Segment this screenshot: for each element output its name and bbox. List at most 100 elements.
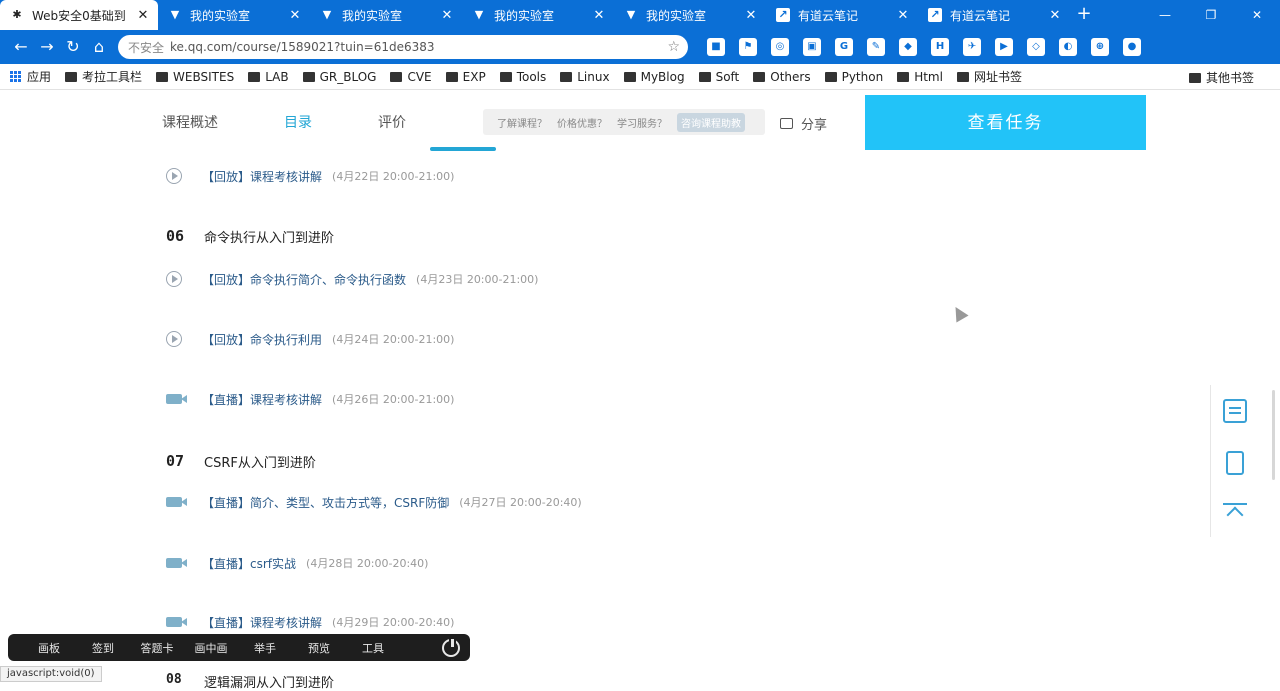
lesson-tag: 【直播】 [202,615,251,630]
lesson-item[interactable]: 【回放】 课程考核讲解 (4月22日 20:00-21:00) [166,166,454,186]
folder-icon [698,71,711,82]
bookmark-folder[interactable]: Python [824,69,884,84]
extension-icon[interactable]: ◇ [1027,38,1045,56]
power-icon[interactable] [442,636,460,657]
bookmark-folder[interactable]: Soft [698,70,739,84]
browser-tab[interactable]: ↗ 有道云笔记 ✕ [918,0,1070,30]
minimize-icon[interactable]: — [1142,0,1188,30]
live-icon [166,617,187,627]
close-icon[interactable]: ✕ [592,8,606,23]
bookmark-folder[interactable]: MyBlog [623,70,685,84]
close-icon[interactable]: ✕ [288,8,302,23]
phone-icon[interactable] [1226,451,1244,475]
lesson-item[interactable]: 【直播】 csrf实战 (4月28日 20:00-20:40) [166,553,428,573]
consult-assistant-button[interactable]: 咨询课程助教 [677,112,745,132]
back-to-top-icon[interactable] [1223,503,1247,527]
toolbar-item[interactable]: 画板 [22,640,76,656]
chapter-title: 逻辑漏洞从入门到进阶 [204,676,335,691]
star-icon[interactable]: ☆ [667,39,680,55]
tab-title: 有道云笔记 [950,8,1011,23]
toolbar-item[interactable]: 预览 [292,640,346,656]
close-icon[interactable]: ✕ [896,8,910,23]
toolbar-item[interactable]: 工具 [346,640,400,656]
tab-catalog[interactable]: 目录 [284,112,312,132]
extension-icon[interactable]: ◎ [771,38,789,56]
bookmark-folder[interactable]: Tools [499,70,546,84]
bookmark-folder[interactable]: WEBSITES [156,70,234,84]
maximize-icon[interactable]: ❐ [1188,0,1234,30]
shield-icon: ▼ [474,8,484,21]
folder-icon [445,71,458,82]
lesson-item[interactable]: 【直播】 课程考核讲解 (4月26日 20:00-21:00) [166,389,454,409]
bookmark-apps[interactable]: 应用 [10,68,51,85]
bookmark-folder[interactable]: Others [753,70,811,84]
lesson-tag: 【回放】 [202,332,251,347]
bookmark-label: Python [841,69,884,84]
share-button[interactable]: 分享 [780,114,827,133]
classroom-toolbar: 画板 签到 答题卡 画中画 举手 预览 工具 [8,634,470,661]
home-icon[interactable]: ⌂ [86,34,112,60]
extension-icon[interactable]: ⚑ [739,38,757,56]
tab-title: 有道云笔记 [798,8,859,23]
question-icon[interactable] [1223,399,1247,423]
consult-link[interactable]: 价格优惠？ [557,115,607,130]
browser-tab[interactable]: ↗ 有道云笔记 ✕ [766,0,918,30]
consult-link[interactable]: 学习服务？ [617,115,667,130]
back-icon[interactable]: ← [8,34,34,60]
lesson-item[interactable]: 【回放】 命令执行简介、命令执行函数 (4月23日 20:00-21:00) [166,269,538,289]
extension-icon[interactable]: ▶ [995,38,1013,56]
lesson-item[interactable]: 【直播】 课程考核讲解 (4月29日 20:00-20:40) [166,612,454,632]
tab-overview[interactable]: 课程概述 [162,112,218,132]
bookmark-folder[interactable]: LAB [248,70,289,84]
lesson-time: (4月24日 20:00-21:00) [332,333,455,346]
extension-icon[interactable]: ■ [707,38,725,56]
lesson-time: (4月23日 20:00-21:00) [416,273,539,286]
status-bar: javascript:void(0) [0,666,102,682]
folder-icon [560,71,573,82]
bookmark-folder[interactable]: 网址书签 [956,68,1022,85]
browser-tab[interactable]: ▼ 我的实验室 ✕ [462,0,614,30]
extension-icon[interactable]: ✎ [867,38,885,56]
new-tab-button[interactable]: + [1070,0,1098,30]
extension-icon[interactable]: ✈ [963,38,981,56]
browser-tab[interactable]: ▼ 我的实验室 ✕ [614,0,766,30]
close-icon[interactable]: ✕ [744,8,758,23]
bookmark-folder[interactable]: Linux [560,70,610,84]
close-window-icon[interactable]: ✕ [1234,0,1280,30]
toolbar-item[interactable]: 签到 [76,640,130,656]
extension-icon[interactable]: ▣ [803,38,821,56]
toolbar-item[interactable]: 举手 [238,640,292,656]
tab-reviews[interactable]: 评价 [378,112,406,132]
close-icon[interactable]: ✕ [440,8,454,23]
extension-icon[interactable]: ⊕ [1091,38,1109,56]
close-icon[interactable]: ✕ [136,8,150,23]
extension-icon[interactable]: G [835,38,853,56]
browser-tab[interactable]: ▼ 我的实验室 ✕ [158,0,310,30]
lesson-item[interactable]: 【直播】 简介、类型、攻击方式等，CSRF防御 (4月27日 20:00-20:… [166,492,582,512]
extension-icon[interactable]: ◆ [899,38,917,56]
forward-icon[interactable]: → [34,34,60,60]
toolbar-item[interactable]: 答题卡 [130,640,184,656]
bookmark-folder[interactable]: GR_BLOG [302,70,376,84]
extension-icon[interactable]: ● [1123,38,1141,56]
folder-icon [623,71,636,82]
scrollbar[interactable] [1272,390,1275,480]
lesson-item[interactable]: 【回放】 命令执行利用 (4月24日 20:00-21:00) [166,329,454,349]
reload-icon[interactable]: ↻ [60,34,86,60]
toolbar-item[interactable]: 画中画 [184,640,238,656]
floating-toolbar [1210,385,1258,537]
view-task-button[interactable]: 查看任务 [865,95,1146,150]
url-field[interactable]: 不安全 ke.qq.com/course/1589021?tuin=61de63… [118,35,688,59]
extension-icon[interactable]: H [931,38,949,56]
browser-tab[interactable]: ✱ Web安全0基础到 ✕ [0,0,158,30]
browser-tab[interactable]: ▼ 我的实验室 ✕ [310,0,462,30]
bookmark-folder[interactable]: CVE [390,70,432,84]
close-icon[interactable]: ✕ [1048,8,1062,23]
tab-title: Web安全0基础到 [32,8,126,23]
extension-icon[interactable]: ◐ [1059,38,1077,56]
consult-link[interactable]: 了解课程？ [497,115,547,130]
bookmark-folder[interactable]: EXP [445,70,486,84]
bookmark-folder[interactable]: Html [897,70,943,84]
bookmark-folder[interactable]: 考拉工具栏 [65,68,142,85]
bookmark-other[interactable]: 其他书签 [1188,69,1254,86]
